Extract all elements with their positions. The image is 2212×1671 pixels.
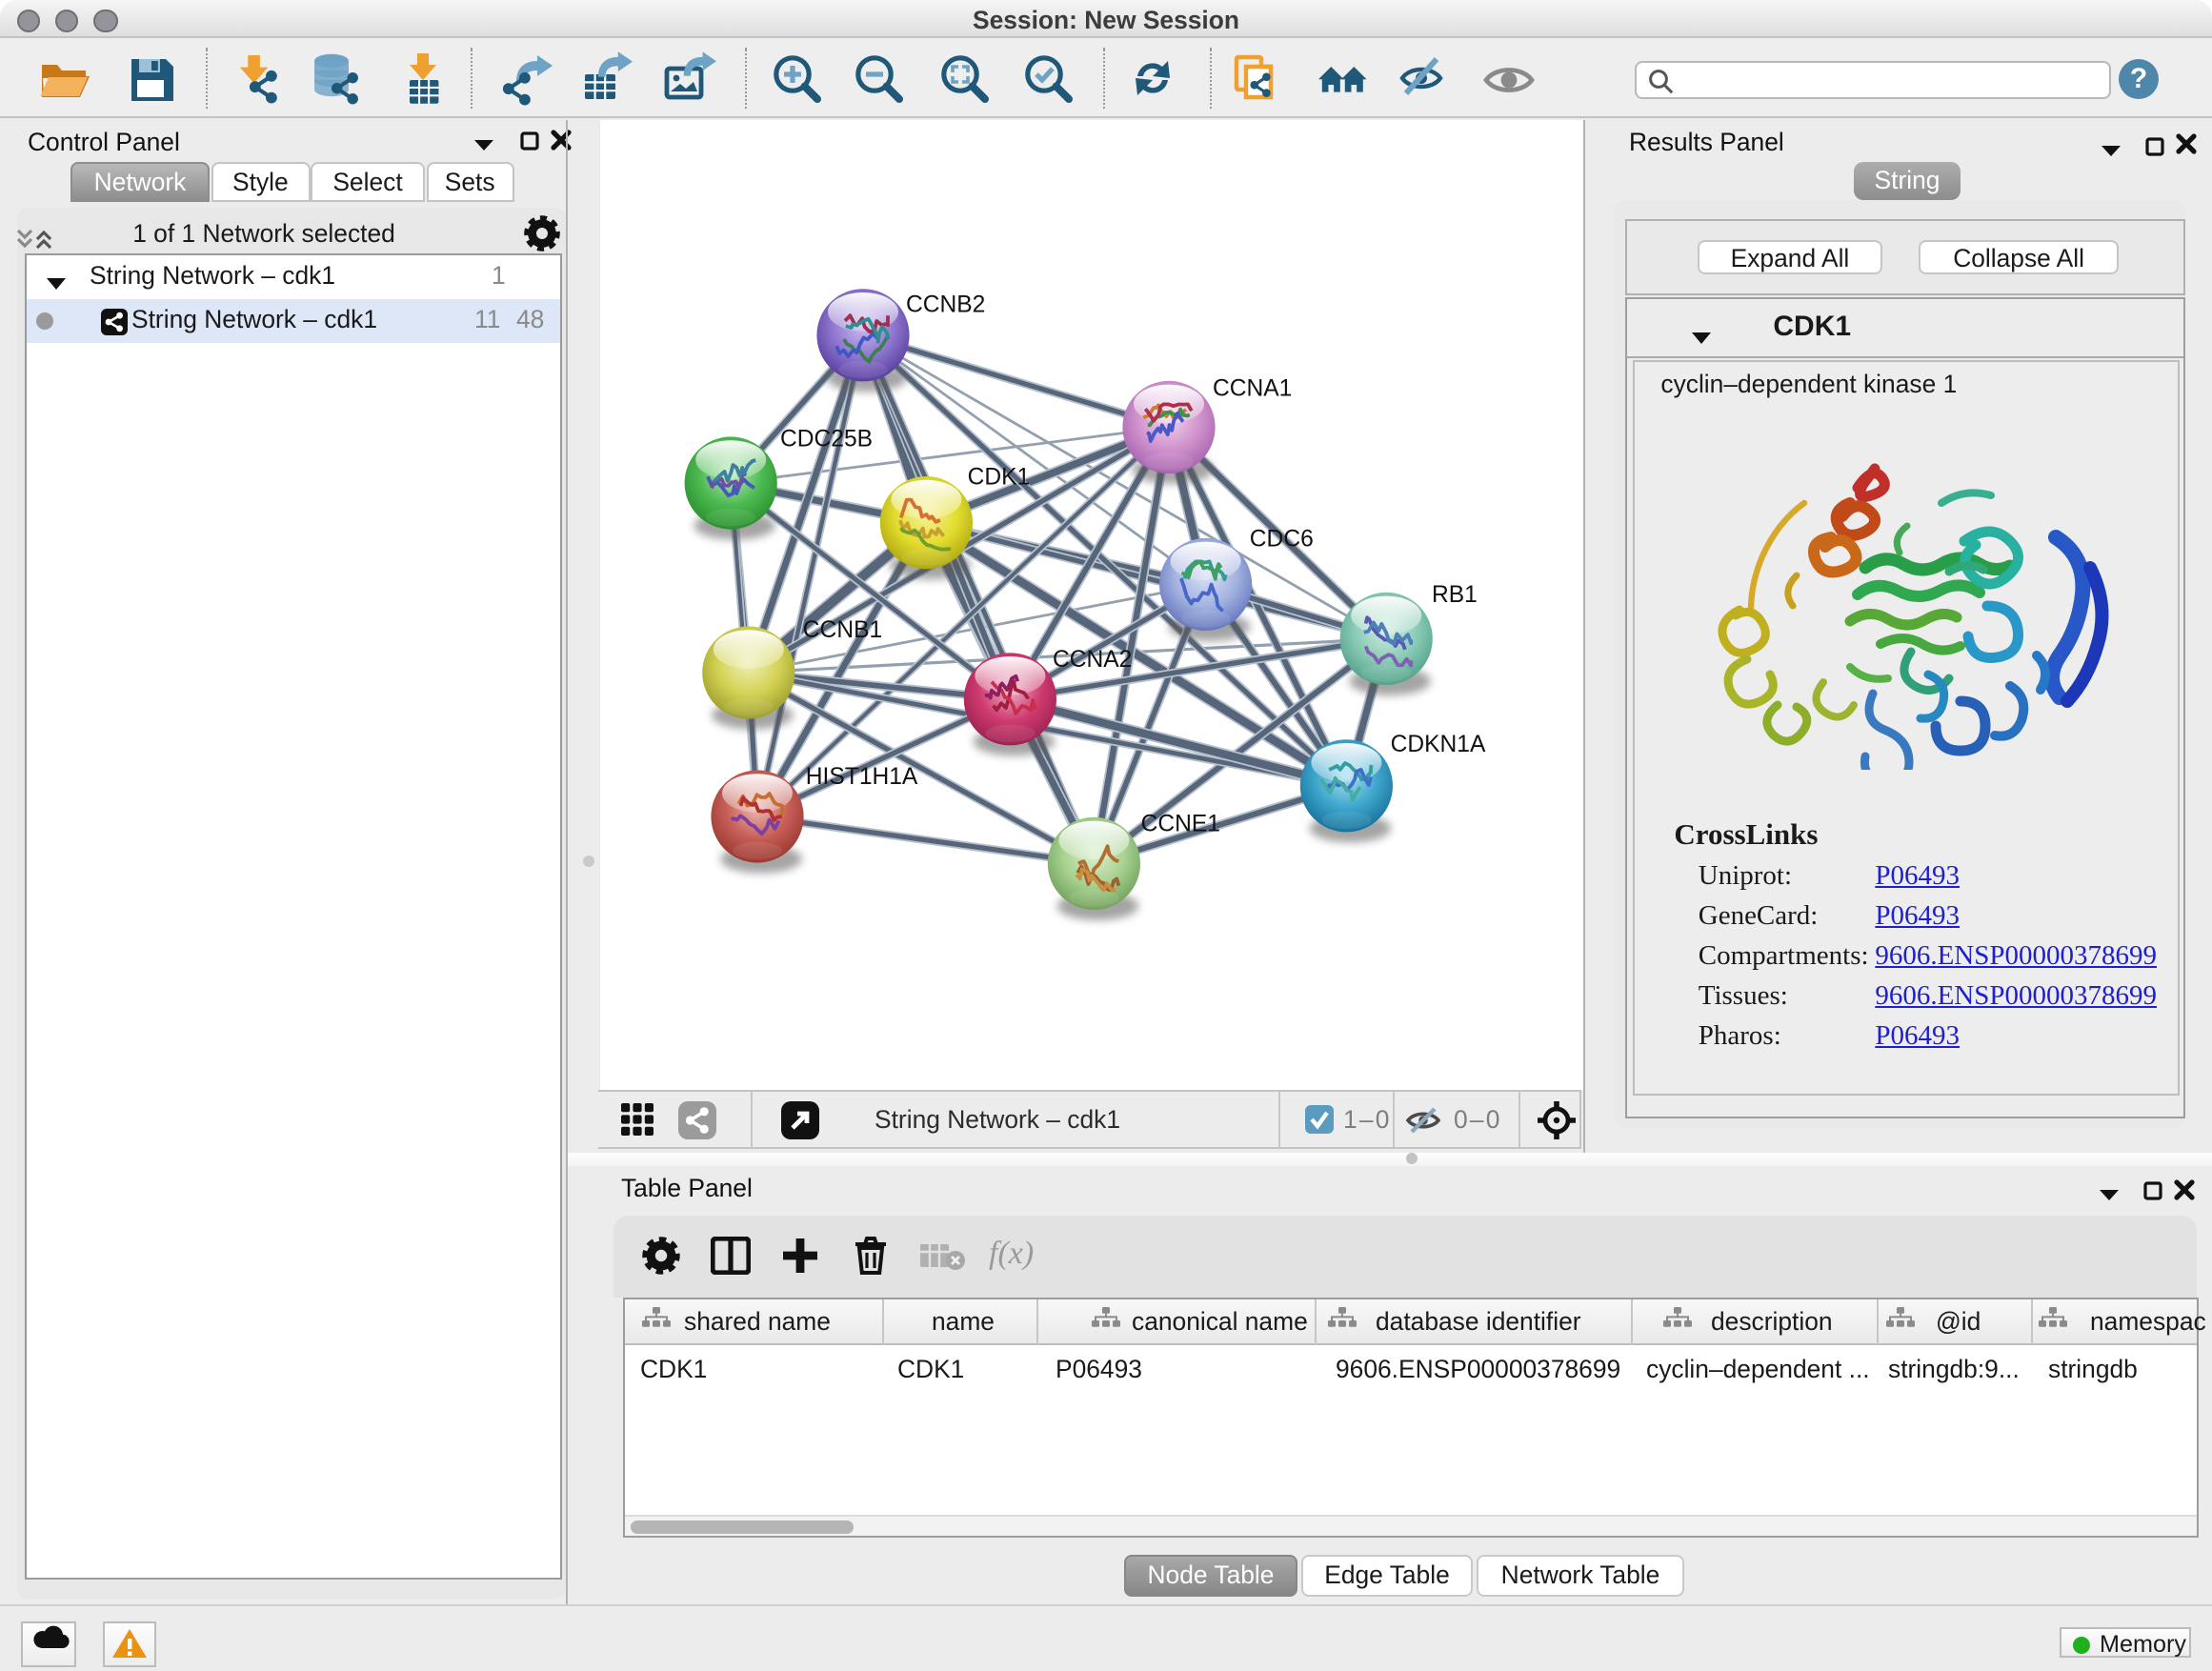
svg-text:CCNA2: CCNA2 [1052,646,1131,672]
svg-text:CCNE1: CCNE1 [1140,810,1219,836]
svg-text:CCNB1: CCNB1 [802,616,881,642]
svg-text:CDC6: CDC6 [1249,525,1313,551]
svg-text:CCNA1: CCNA1 [1212,375,1291,401]
svg-text:RB1: RB1 [1431,581,1477,607]
svg-text:CDC25B: CDC25B [779,425,872,451]
svg-text:HIST1H1A: HIST1H1A [805,763,917,789]
svg-text:CDK1: CDK1 [967,464,1030,490]
svg-text:CDKN1A: CDKN1A [1390,731,1485,756]
svg-text:CCNB2: CCNB2 [905,292,984,317]
